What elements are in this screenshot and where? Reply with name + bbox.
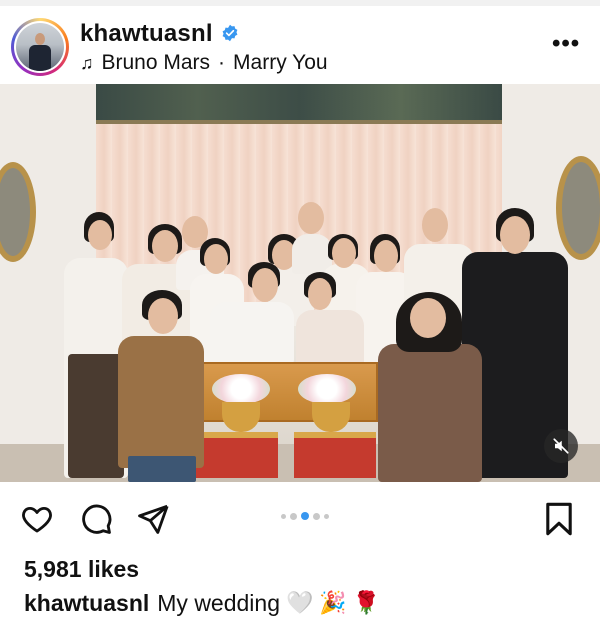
comment-bubble-icon[interactable] [79, 502, 113, 536]
post-header: khawtuasnl ♫ Bruno Mars · Marry You ••• [0, 8, 600, 84]
flower-arrangement [298, 374, 356, 404]
paper-plane-icon[interactable] [136, 502, 170, 536]
guest-figure [378, 344, 482, 482]
music-note-icon: ♫ [80, 52, 94, 73]
profile-avatar[interactable] [11, 18, 69, 76]
top-divider [0, 0, 600, 6]
guest-figure [128, 456, 196, 482]
likes-count[interactable]: 5,981 likes [24, 556, 139, 583]
speaker-muted-icon [553, 438, 569, 454]
music-attribution[interactable]: ♫ Bruno Mars · Marry You [80, 51, 328, 75]
heart-icon[interactable] [20, 502, 54, 536]
carousel-dot [313, 512, 320, 520]
caption-username[interactable]: khawtuasnl [24, 590, 149, 617]
carousel-indicator [281, 512, 329, 520]
rose-emoji: 🌹 [352, 591, 381, 616]
carousel-dot [281, 513, 286, 519]
bookmark-icon[interactable] [545, 502, 573, 536]
verified-badge-icon [222, 24, 238, 42]
caption-text: My wedding [157, 590, 280, 616]
flower-arrangement [212, 374, 270, 404]
post-media[interactable] [0, 84, 600, 482]
tapestry [96, 84, 502, 124]
party-popper-emoji: 🎉 [319, 591, 347, 616]
music-artist: Bruno Mars [101, 51, 211, 74]
groom-figure [210, 302, 294, 364]
white-heart-emoji: 🤍 [286, 591, 314, 616]
post-caption: khawtuasnl My wedding 🤍 🎉 🌹 [24, 590, 380, 617]
carousel-dot [324, 513, 329, 519]
more-options-icon[interactable]: ••• [552, 30, 580, 58]
guest-figure [118, 336, 204, 468]
carousel-dot [290, 512, 297, 520]
post-username[interactable]: khawtuasnl [80, 20, 213, 48]
mute-toggle-button[interactable] [544, 429, 578, 463]
music-track: Marry You [233, 51, 328, 74]
action-bar [0, 494, 600, 542]
carousel-dot-active [301, 512, 309, 520]
bride-figure [296, 310, 364, 366]
music-separator: · [218, 51, 226, 74]
ornate-mirror-right [556, 156, 600, 260]
guest-figure [68, 354, 124, 478]
